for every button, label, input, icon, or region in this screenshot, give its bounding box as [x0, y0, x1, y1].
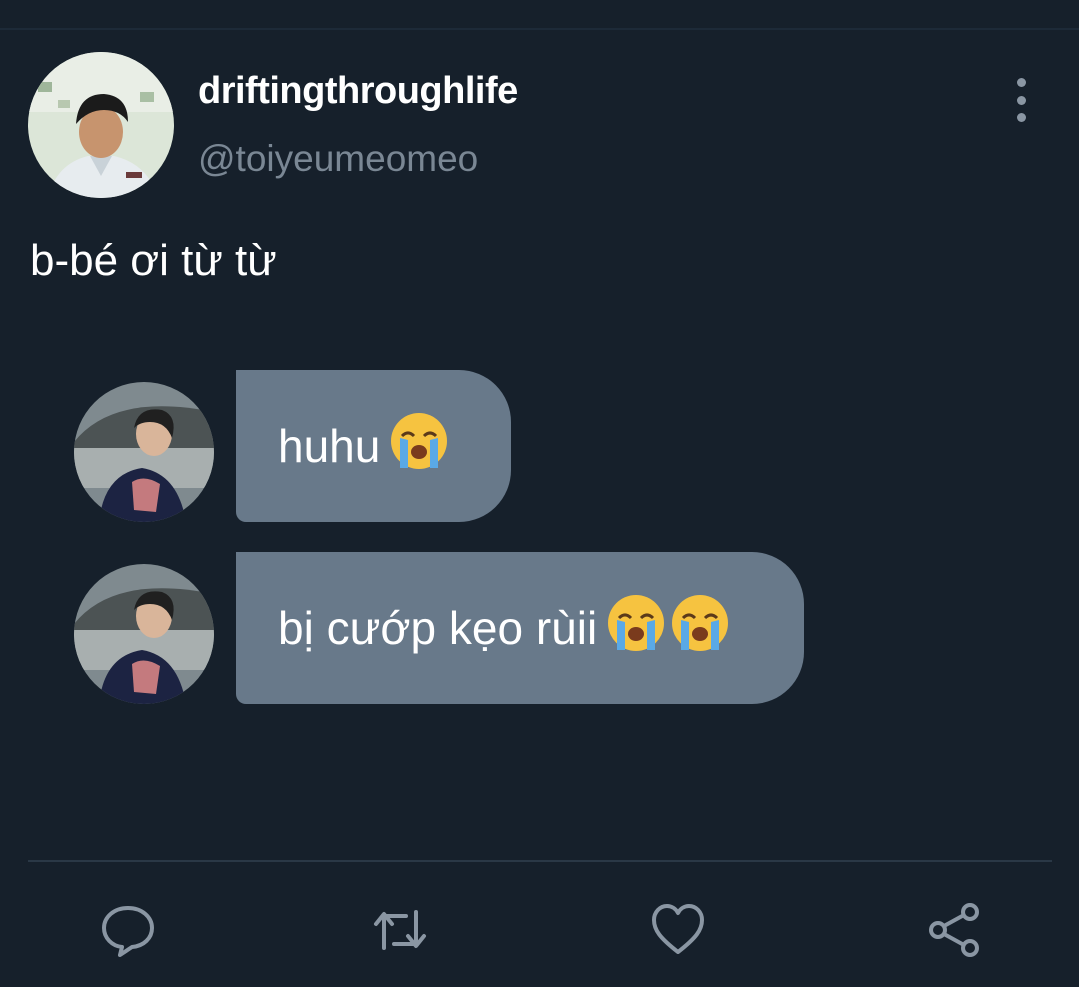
loudly-crying-face-icon [388, 410, 450, 483]
chat-message-text: bị cướp kẹo rùii [278, 602, 598, 654]
chat-avatar [74, 382, 214, 522]
chat-avatar-photo [74, 382, 214, 522]
author-avatar-photo [28, 52, 174, 198]
chat-avatar-photo [74, 564, 214, 704]
author-avatar[interactable] [28, 52, 174, 198]
loudly-crying-face-icon [669, 592, 731, 665]
top-divider [0, 28, 1079, 30]
author-handle[interactable]: @toiyeumeomeo [198, 138, 478, 180]
retweet-icon[interactable] [370, 900, 430, 960]
tweet-text: b-bé ơi từ từ [30, 236, 277, 285]
chat-message-text: huhu [278, 420, 381, 472]
heart-icon[interactable] [648, 900, 708, 960]
action-bar-divider [28, 860, 1052, 862]
chat-avatar [74, 564, 214, 704]
chat-bubble: bị cướp kẹo rùii [236, 552, 804, 704]
loudly-crying-face-icon [605, 592, 667, 665]
more-options-icon[interactable] [1006, 78, 1036, 122]
author-display-name[interactable]: driftingthroughlife [198, 70, 518, 113]
share-icon[interactable] [924, 900, 984, 960]
tweet-detail: driftingthroughlife @toiyeumeomeo b-bé ơ… [0, 0, 1079, 987]
reply-icon[interactable] [98, 900, 158, 960]
chat-bubble: huhu [236, 370, 511, 522]
